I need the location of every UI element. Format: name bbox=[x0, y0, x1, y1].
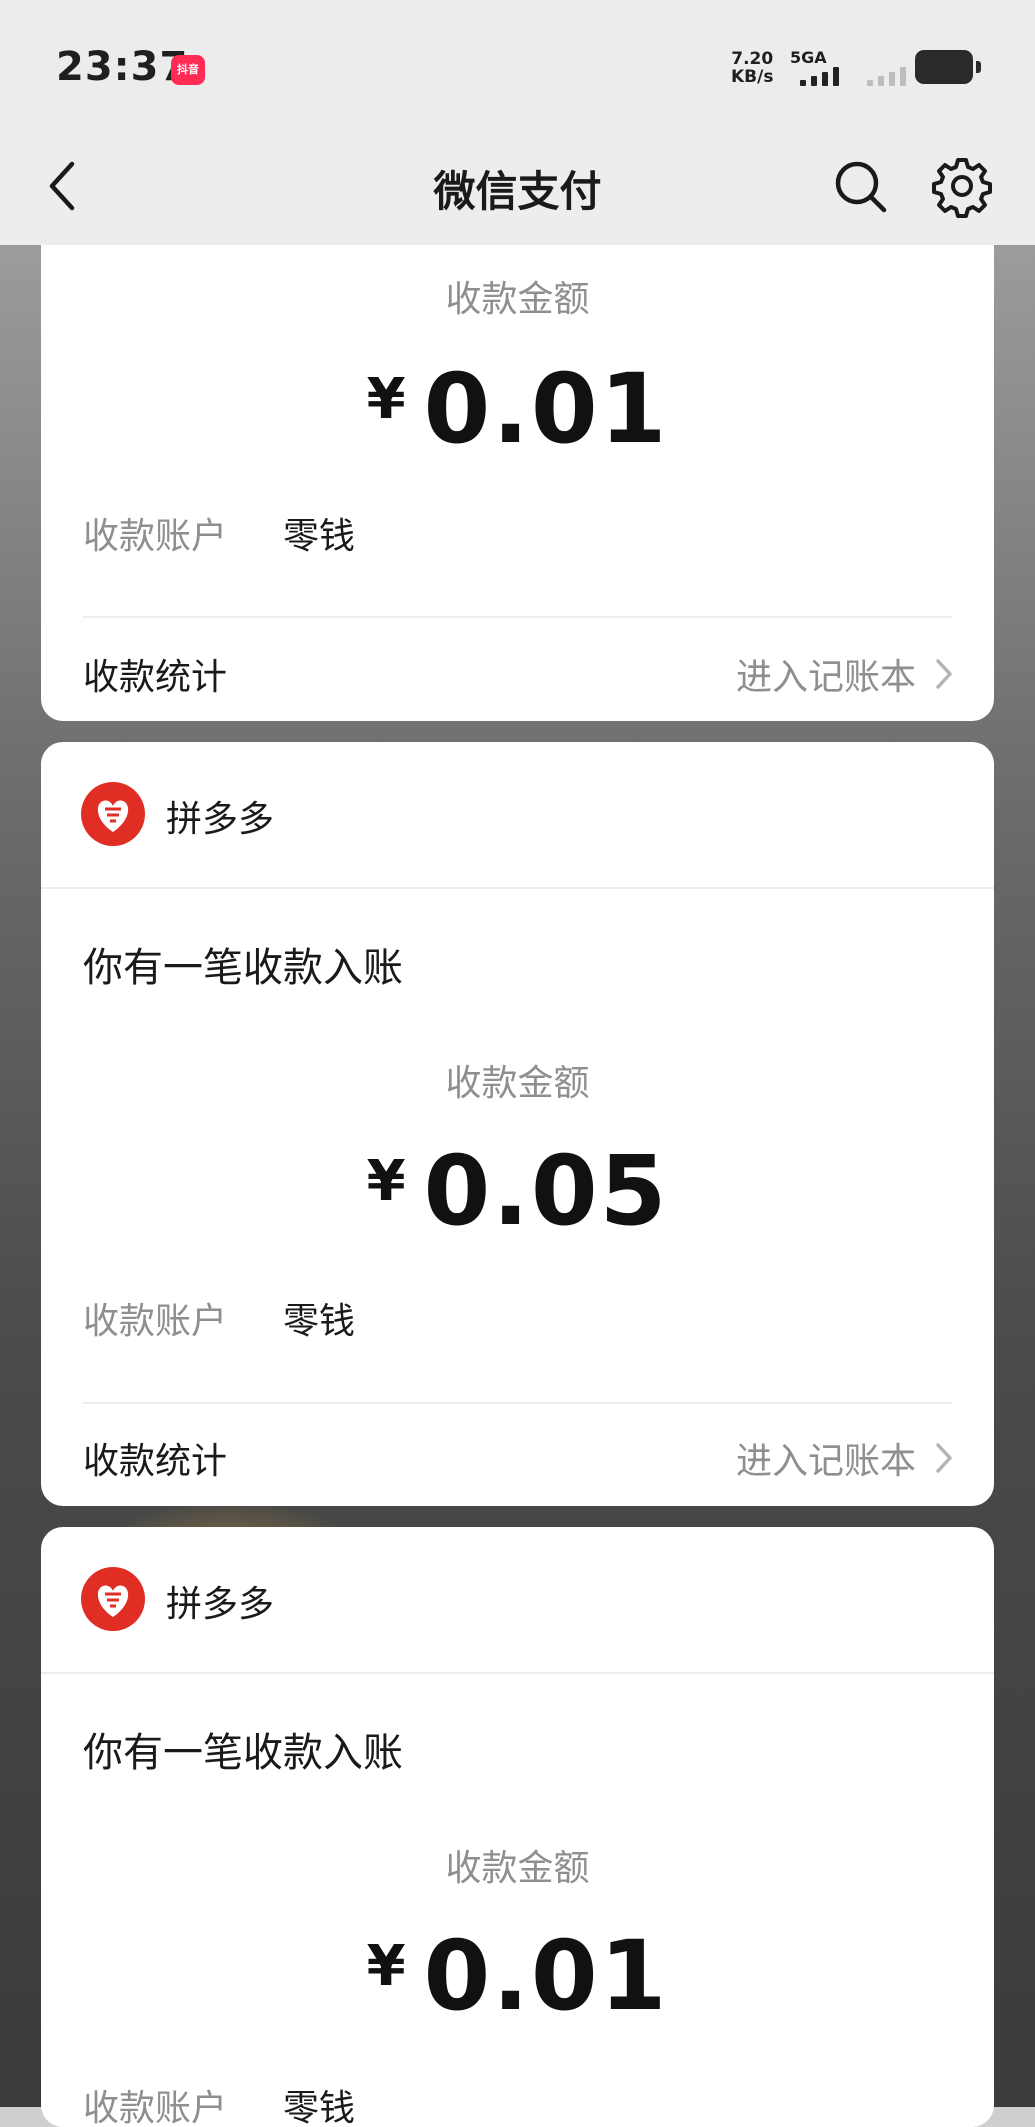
network-type: 5GA bbox=[790, 48, 827, 67]
notice-headline: 你有一笔收款入账 bbox=[83, 1730, 403, 1776]
currency-symbol: ¥ bbox=[366, 367, 406, 432]
gear-icon[interactable] bbox=[930, 154, 994, 218]
ledger-link[interactable]: 进入记账本 bbox=[736, 1432, 954, 1484]
account-label: 收款账户 bbox=[83, 2088, 228, 2127]
ledger-link-label: 进入记账本 bbox=[735, 1441, 916, 1482]
navigation-bar: 微信支付 bbox=[0, 128, 1035, 245]
pinduoduo-logo-icon bbox=[81, 1567, 145, 1631]
payment-amount: ¥0.01 bbox=[41, 353, 994, 465]
account-label: 收款账户 bbox=[83, 516, 228, 557]
currency-symbol: ¥ bbox=[366, 1149, 406, 1214]
amount-value: 0.05 bbox=[423, 1135, 669, 1247]
account-value: 零钱 bbox=[283, 516, 356, 557]
payment-card: 拼多多 你有一笔收款入账 收款金额 ¥0.05 收款账户 零钱 收款统计 进入记… bbox=[41, 742, 994, 1506]
signal-strength-icon bbox=[800, 66, 839, 86]
douyin-app-icon: 抖音 bbox=[171, 55, 205, 85]
amount-label: 收款金额 bbox=[445, 279, 590, 320]
payment-card: 收款金额 ¥0.01 收款账户 零钱 收款统计 进入记账本 bbox=[41, 245, 994, 721]
account-value: 零钱 bbox=[283, 1301, 356, 1342]
divider bbox=[83, 1402, 952, 1404]
amount-label: 收款金额 bbox=[445, 1848, 590, 1889]
amount-value: 0.01 bbox=[423, 1920, 669, 2032]
ledger-link-label: 进入记账本 bbox=[735, 657, 916, 698]
amount-value: 0.01 bbox=[423, 353, 669, 465]
battery-icon bbox=[915, 50, 981, 84]
merchant-name: 拼多多 bbox=[166, 799, 275, 840]
status-bar: 23:37 抖音 7.20 KB/s 5GA bbox=[0, 0, 1035, 128]
stats-label: 收款统计 bbox=[83, 1441, 228, 1482]
merchant-name: 拼多多 bbox=[166, 1584, 275, 1625]
network-speed-value: 7.20 bbox=[731, 49, 774, 69]
account-value: 零钱 bbox=[283, 2088, 356, 2127]
stats-label: 收款统计 bbox=[83, 657, 228, 698]
divider bbox=[83, 616, 952, 618]
payment-card: 拼多多 你有一笔收款入账 收款金额 ¥0.01 收款账户 零钱 bbox=[41, 1527, 994, 2127]
currency-symbol: ¥ bbox=[366, 1934, 406, 1999]
card-header[interactable]: 拼多多 bbox=[41, 1527, 994, 1674]
notice-headline: 你有一笔收款入账 bbox=[83, 945, 403, 991]
chevron-right-icon bbox=[936, 659, 952, 689]
payment-amount: ¥0.05 bbox=[41, 1135, 994, 1247]
chevron-right-icon bbox=[936, 1443, 952, 1473]
network-speed-unit: KB/s bbox=[731, 67, 774, 87]
amount-label: 收款金额 bbox=[445, 1063, 590, 1104]
pinduoduo-logo-icon bbox=[81, 782, 145, 846]
secondary-signal-icon bbox=[867, 66, 906, 86]
network-speed: 7.20 KB/s bbox=[731, 50, 773, 86]
status-time: 23:37 bbox=[56, 44, 189, 90]
ledger-link[interactable]: 进入记账本 bbox=[736, 648, 954, 700]
card-header[interactable]: 拼多多 bbox=[41, 742, 994, 889]
account-label: 收款账户 bbox=[83, 1301, 228, 1342]
search-icon[interactable] bbox=[830, 156, 890, 216]
payment-amount: ¥0.01 bbox=[41, 1920, 994, 2032]
